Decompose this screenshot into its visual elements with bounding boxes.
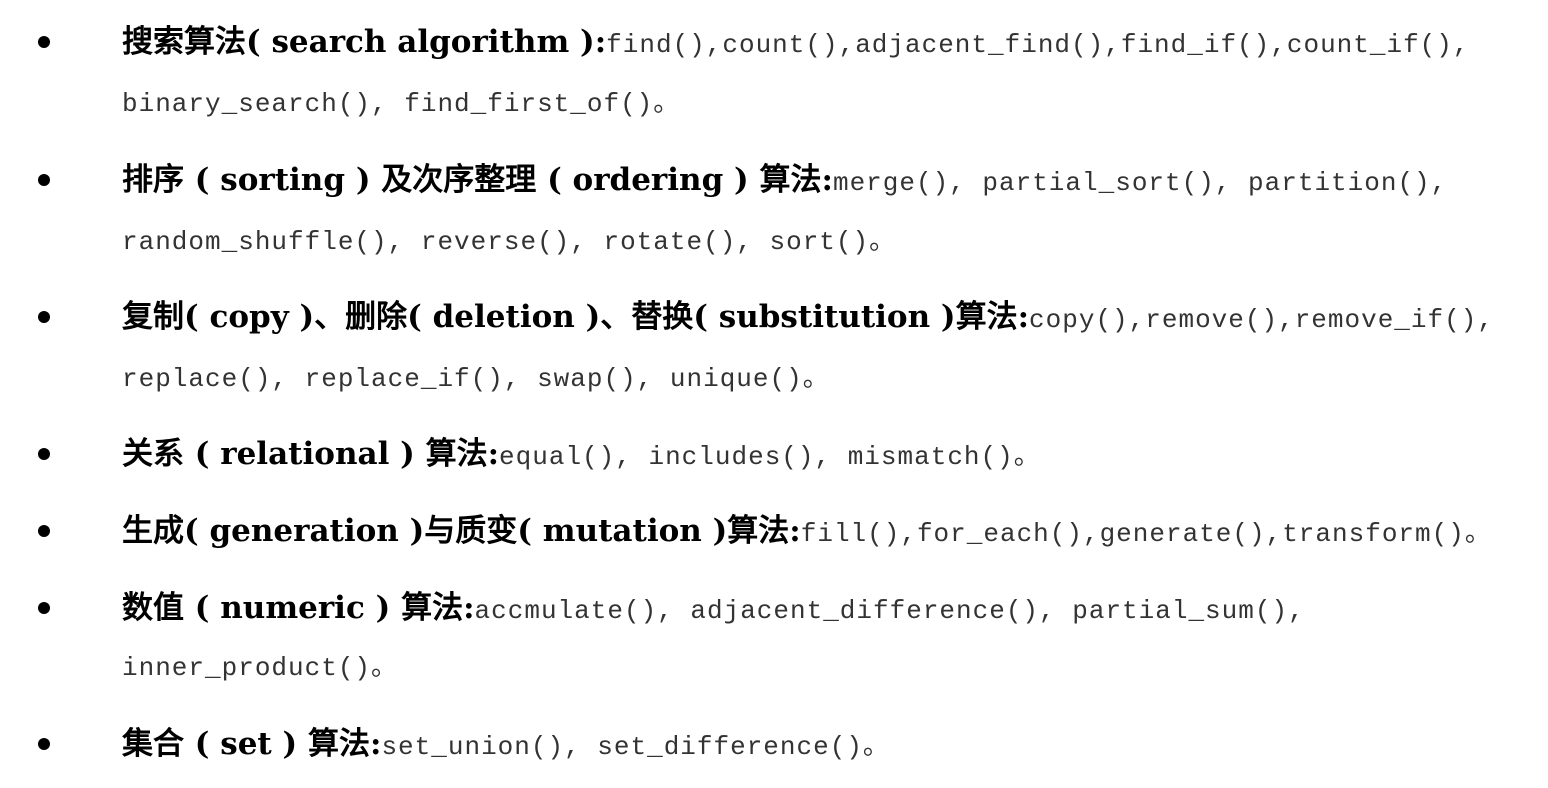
function-list: equal(), includes(), mismatch()。: [499, 442, 1041, 472]
list-item-line: 集合 ( set ) 算法:set_union(), set_differenc…: [122, 724, 890, 764]
function-list: random_shuffle(), reverse(), rotate(), s…: [122, 227, 897, 257]
function-list: merge(), partial_sort(), partition(),: [832, 168, 1448, 198]
list-item-line: 复制( copy )、删除( deletion )、替换( substituti…: [122, 297, 1494, 337]
function-list: fill(),for_each(),generate(),transform()…: [800, 519, 1492, 549]
category-title: 关系 ( relational ) 算法:: [122, 436, 500, 472]
list-item-line: 数值 ( numeric ) 算法:accmulate(), adjacent_…: [122, 588, 1305, 628]
category-title: 生成( generation )与质变( mutation )算法:: [122, 513, 801, 549]
function-list: accmulate(), adjacent_difference(), part…: [474, 596, 1305, 626]
bullet-icon: [38, 174, 50, 186]
list-item-line: 排序 ( sorting ) 及次序整理 ( ordering ) 算法:mer…: [122, 160, 1447, 200]
list-item-continuation: inner_product()。: [122, 648, 398, 688]
bullet-icon: [38, 525, 50, 537]
function-list: inner_product()。: [122, 653, 399, 683]
function-list: replace(), replace_if(), swap(), unique(…: [122, 364, 830, 394]
list-item-continuation: random_shuffle(), reverse(), rotate(), s…: [122, 222, 896, 262]
bullet-icon: [38, 311, 50, 323]
category-title: 搜索算法( search algorithm ):: [122, 24, 607, 60]
function-list: binary_search(), find_first_of()。: [122, 89, 681, 119]
list-item-continuation: binary_search(), find_first_of()。: [122, 84, 680, 124]
function-list: find(),count(),adjacent_find(),find_if()…: [606, 30, 1470, 60]
bullet-icon: [38, 738, 50, 750]
category-title: 排序 ( sorting ) 及次序整理 ( ordering ) 算法:: [122, 162, 833, 198]
category-title: 集合 ( set ) 算法:: [122, 726, 382, 762]
category-title: 数值 ( numeric ) 算法:: [122, 590, 475, 626]
function-list: set_union(), set_difference()。: [381, 732, 890, 762]
list-item-line: 生成( generation )与质变( mutation )算法:fill()…: [122, 511, 1492, 551]
bullet-icon: [38, 36, 50, 48]
function-list: copy(),remove(),remove_if(),: [1029, 305, 1494, 335]
bullet-icon: [38, 448, 50, 460]
list-item-line: 搜索算法( search algorithm ):find(),count(),…: [122, 22, 1470, 62]
list-item-line: 关系 ( relational ) 算法:equal(), includes()…: [122, 434, 1041, 474]
bullet-icon: [38, 602, 50, 614]
list-item-continuation: replace(), replace_if(), swap(), unique(…: [122, 359, 830, 399]
category-title: 复制( copy )、删除( deletion )、替换( substituti…: [122, 299, 1030, 335]
